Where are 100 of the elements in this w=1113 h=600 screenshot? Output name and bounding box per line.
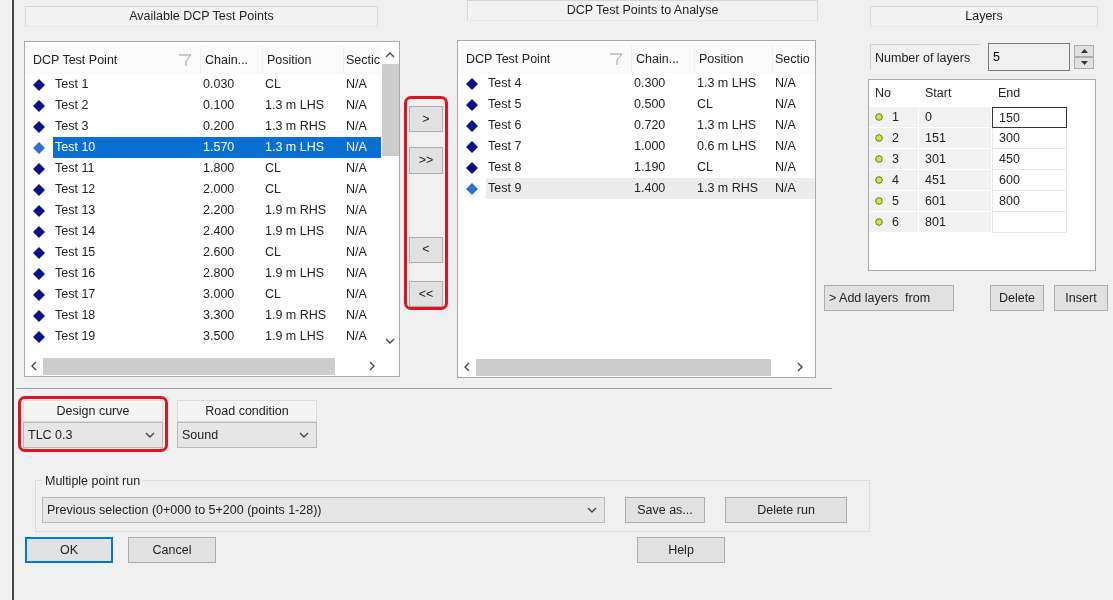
diamond-icon (33, 309, 45, 322)
section-value: N/A (774, 180, 797, 198)
column-header-cell[interactable]: DCP Test Point (25, 46, 201, 74)
scrollbar-thumb[interactable] (381, 64, 399, 156)
section-value: N/A (345, 244, 368, 262)
scroll-right-icon[interactable] (795, 361, 805, 373)
diamond-icon (466, 77, 478, 90)
list-row[interactable]: Test 11 1.800 CL N/A (53, 158, 381, 179)
diamond-icon (33, 141, 45, 154)
list-row[interactable]: Test 16 2.800 1.9 m LHS N/A (53, 263, 381, 284)
list-row[interactable]: Test 12 2.000 CL N/A (53, 179, 381, 200)
dialog-button[interactable]: Help (637, 537, 725, 563)
scroll-down-icon[interactable] (384, 336, 396, 346)
section-value: N/A (345, 97, 368, 115)
add-layers-button[interactable]: > Add layers from (824, 285, 954, 311)
column-header[interactable]: Position (263, 46, 344, 74)
column-header[interactable]: Sectic (344, 46, 381, 74)
row-number: 5 (892, 193, 899, 210)
transfer-button[interactable]: < (409, 236, 443, 263)
list-row[interactable]: Test 7 1.000 0.6 m LHS N/A (486, 136, 815, 157)
chainage-value: 3.000 (202, 286, 236, 304)
section-value: N/A (345, 118, 368, 136)
scroll-left-icon[interactable] (29, 360, 39, 372)
number-field[interactable]: 5 (988, 43, 1070, 71)
dropdown-chevron-icon[interactable] (298, 430, 310, 440)
dropdown[interactable]: TLC 0.3 (23, 422, 163, 448)
column-header-cell[interactable]: DCP Test Point (458, 45, 632, 73)
diamond-icon (33, 225, 45, 238)
chainage-value: 1.190 (633, 159, 667, 177)
transfer-button[interactable]: > (409, 106, 443, 133)
chainage-value: 1.400 (633, 180, 667, 198)
spin-down-button[interactable] (1074, 57, 1094, 69)
list-row[interactable]: Test 8 1.190 CL N/A (486, 157, 815, 178)
list-row[interactable]: Test 2 0.100 1.3 m LHS N/A (53, 95, 381, 116)
list-row[interactable]: Test 17 3.000 CL N/A (53, 284, 381, 305)
section-value: N/A (345, 76, 368, 94)
diamond-icon (33, 183, 45, 196)
transfer-button[interactable]: << (409, 280, 443, 307)
dropdown-chevron-icon[interactable] (144, 430, 156, 440)
up-triangle-icon (1080, 49, 1088, 53)
list-row[interactable]: Test 13 2.200 1.9 m RHS N/A (53, 200, 381, 221)
diamond-icon (33, 78, 45, 91)
list-row[interactable]: Test 6 0.720 1.3 m LHS N/A (486, 115, 815, 136)
list-row[interactable]: Test 14 2.400 1.9 m LHS N/A (53, 221, 381, 242)
dropdown[interactable]: Previous selection (0+000 to 5+200 (points 1-28)) (42, 497, 605, 523)
column-header-label: DCP Test Point (33, 52, 118, 69)
start-cell: 0 (919, 107, 992, 128)
chainage-value: 0.300 (633, 75, 667, 93)
section-value: N/A (345, 160, 368, 178)
end-cell[interactable]: 450 (992, 149, 1067, 170)
end-cell[interactable]: 300 (992, 128, 1067, 149)
column-header[interactable]: Sectio (773, 45, 815, 73)
transfer-button[interactable]: >> (409, 147, 443, 174)
chainage-value: 1.800 (202, 160, 236, 178)
save-as-button[interactable]: Save as... (625, 497, 705, 523)
dialog-button[interactable]: Cancel (128, 537, 216, 563)
list-row[interactable]: Test 9 1.400 1.3 m RHS N/A (486, 178, 815, 199)
section-value: N/A (774, 96, 797, 114)
list-row[interactable]: Test 19 3.500 1.9 m LHS N/A (53, 326, 381, 347)
column-header[interactable]: Chain... (632, 45, 695, 73)
delete-button[interactable]: Delete (990, 285, 1044, 311)
list-row[interactable]: Test 15 2.600 CL N/A (53, 242, 381, 263)
scroll-left-icon[interactable] (462, 361, 472, 373)
dot-icon (875, 113, 883, 121)
test-name: Test 4 (487, 75, 523, 93)
end-cell[interactable]: 800 (992, 191, 1067, 212)
list-row[interactable]: Test 5 0.500 CL N/A (486, 94, 815, 115)
position-value: CL (264, 181, 282, 199)
end-cell[interactable] (992, 212, 1067, 233)
test-name: Test 12 (54, 181, 97, 199)
dropdown[interactable]: Sound (177, 422, 317, 448)
list-row[interactable]: Test 4 0.300 1.3 m LHS N/A (486, 73, 815, 94)
list-row[interactable]: Test 18 3.300 1.9 m RHS N/A (53, 305, 381, 326)
column-header[interactable]: Position (695, 45, 773, 73)
end-cell[interactable]: 600 (992, 170, 1067, 191)
start-cell: 151 (919, 128, 992, 149)
section-value: N/A (345, 328, 368, 346)
insert-button[interactable]: Insert (1054, 285, 1108, 311)
end-cell[interactable]: 150 (992, 107, 1067, 128)
dialog-button[interactable]: OK (25, 537, 113, 563)
section-value: N/A (345, 181, 368, 199)
scrollbar-thumb[interactable] (476, 358, 771, 376)
test-name: Test 14 (54, 223, 97, 241)
list-row[interactable]: Test 10 1.570 1.3 m LHS N/A (53, 137, 381, 158)
dropdown-chevron-icon[interactable] (586, 505, 598, 515)
position-value: 1.3 m LHS (264, 139, 326, 157)
list-row[interactable]: Test 1 0.030 CL N/A (53, 74, 381, 95)
delete-run-button[interactable]: Delete run (725, 497, 847, 523)
section-value: N/A (774, 159, 797, 177)
row-number: 3 (892, 151, 899, 168)
spin-up-button[interactable] (1074, 45, 1094, 57)
scroll-up-icon[interactable] (384, 50, 396, 60)
diamond-icon (33, 204, 45, 217)
scrollbar-thumb[interactable] (43, 357, 335, 375)
scroll-right-icon[interactable] (367, 360, 377, 372)
test-name: Test 19 (54, 328, 97, 346)
list-row[interactable]: Test 3 0.200 1.3 m RHS N/A (53, 116, 381, 137)
position-value: 1.9 m LHS (264, 265, 326, 283)
column-header[interactable]: Chain... (201, 46, 263, 74)
dot-icon (875, 155, 883, 163)
